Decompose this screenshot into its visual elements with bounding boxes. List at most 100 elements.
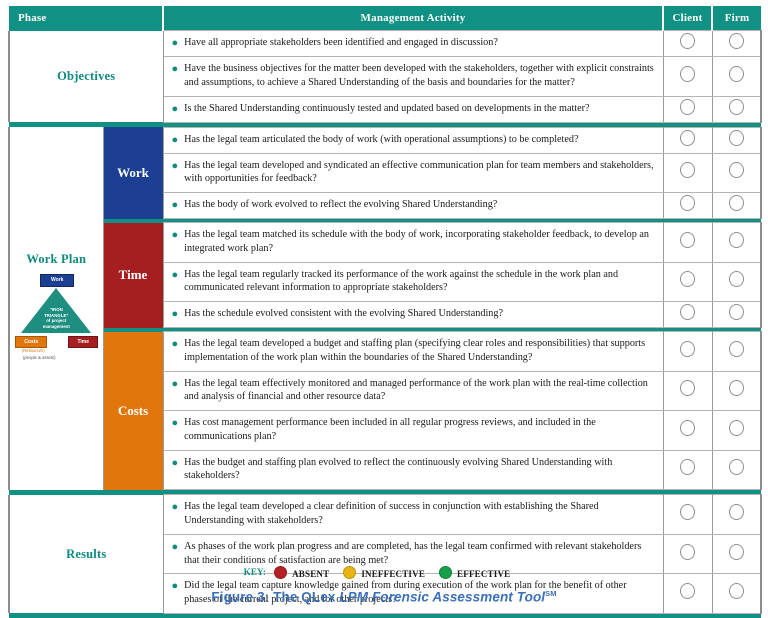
score-circle-icon[interactable]: [728, 504, 744, 521]
assessment-table-wrapper: Phase Management Activity Client Firm Ob…: [8, 6, 762, 618]
firm-score-circle-cell[interactable]: [711, 449, 762, 491]
score-circle-icon[interactable]: [680, 129, 695, 146]
score-circle-icon[interactable]: [728, 271, 744, 288]
activity-cell: ● Has the budget and staffing plan evolv…: [162, 449, 664, 491]
bullet-icon: ●: [171, 159, 179, 172]
activity-cell: ● Have the business objectives for the m…: [162, 56, 664, 97]
activity-text: Has the budget and staffing plan evolved…: [184, 456, 613, 482]
score-circle-icon[interactable]: [728, 459, 744, 476]
phase-label: Objectives: [57, 69, 116, 84]
table-row: Objectives ● Have all appropriate stakeh…: [8, 30, 762, 123]
client-score-circle-cell[interactable]: [662, 222, 713, 263]
table-row: Work Plan Work "IRON TRIANGLE" of projec…: [8, 126, 762, 490]
figure-page: Phase Management Activity Client Firm Ob…: [0, 0, 768, 618]
client-score-circle-cell[interactable]: [662, 152, 713, 194]
score-circle-icon[interactable]: [680, 33, 695, 49]
table-bottom-border: [9, 613, 761, 618]
client-score-circle-cell[interactable]: [662, 56, 713, 97]
score-circle-icon[interactable]: [680, 543, 695, 560]
activity-text: Have the business objectives for the mat…: [184, 63, 654, 88]
activity-text: Has the legal team matched its schedule …: [184, 229, 649, 254]
score-circle-icon[interactable]: [728, 304, 744, 321]
firm-score-circle-cell[interactable]: [711, 192, 762, 220]
separator-bar: [9, 613, 761, 618]
activity-cell: ● Has the legal team developed a budget …: [162, 331, 664, 372]
key-dot-effective-icon: [439, 566, 453, 579]
firm-score-circle-cell[interactable]: [711, 222, 762, 263]
client-score-circle-cell[interactable]: [662, 301, 713, 329]
score-circle-icon[interactable]: [680, 504, 695, 521]
client-score-circle-cell[interactable]: [662, 261, 713, 303]
score-circle-icon[interactable]: [728, 129, 744, 146]
score-circle-icon[interactable]: [680, 340, 695, 357]
iron-triangle-diagram: Work "IRON TRIANGLE" of project manageme…: [13, 274, 99, 366]
score-circle-icon[interactable]: [680, 459, 695, 476]
subphase-cell-costs: Costs: [103, 331, 163, 490]
activity-cell: ● Has the legal team matched its schedul…: [162, 222, 664, 263]
score-circle-icon[interactable]: [680, 419, 695, 436]
activity-text: Has the legal team developed a clear def…: [184, 501, 599, 527]
firm-score-circle-cell[interactable]: [711, 95, 762, 123]
score-circle-icon[interactable]: [680, 195, 695, 212]
client-score-circle-cell[interactable]: [662, 30, 713, 57]
bullet-icon: ●: [171, 199, 179, 212]
activity-cell: ● Is the Shared Understanding continuous…: [162, 95, 664, 123]
firm-score-circle-cell[interactable]: [711, 494, 762, 535]
table-row: Results ● Has the legal team developed a…: [8, 494, 762, 614]
firm-score-circle-cell[interactable]: [711, 126, 762, 154]
firm-score-circle-cell[interactable]: [711, 331, 762, 372]
bullet-icon: ●: [171, 133, 179, 146]
bullet-icon: ●: [171, 63, 179, 75]
score-circle-icon[interactable]: [728, 340, 744, 357]
triangle-costs-sub-1: (Resources): [21, 348, 45, 354]
bullet-icon: ●: [171, 37, 179, 50]
figure-caption: Figure 3: The QLex LPM Forensic Assessme…: [0, 589, 768, 605]
firm-score-circle-cell[interactable]: [711, 410, 762, 451]
caption-prefix: Figure 3: The QLex: [211, 589, 340, 605]
bullet-icon: ●: [171, 377, 179, 390]
score-circle-icon[interactable]: [728, 65, 744, 82]
score-circle-icon[interactable]: [680, 65, 695, 82]
key-dot-absent-icon: [274, 566, 288, 579]
triangle-time-label: Time: [68, 336, 99, 349]
phase-cell-work-plan: Work Plan Work "IRON TRIANGLE" of projec…: [8, 127, 104, 490]
key-item-label: INEFFECTIVE: [361, 569, 426, 579]
score-circle-icon[interactable]: [728, 419, 744, 436]
score-circle-icon[interactable]: [728, 543, 744, 560]
score-circle-icon[interactable]: [728, 98, 744, 115]
firm-score-circle-cell[interactable]: [711, 301, 762, 329]
client-score-circle-cell[interactable]: [662, 449, 713, 491]
score-circle-icon[interactable]: [680, 380, 695, 397]
score-circle-icon[interactable]: [680, 162, 695, 179]
score-circle-icon[interactable]: [728, 195, 744, 212]
activity-cell: ● Has the legal team articulated the bod…: [162, 126, 664, 154]
score-circle-icon[interactable]: [680, 98, 695, 115]
column-header-firm: Firm: [712, 6, 761, 31]
client-score-circle-cell[interactable]: [662, 95, 713, 123]
lpm-forensic-assessment-table: Phase Management Activity Client Firm Ob…: [8, 6, 762, 618]
firm-score-circle-cell[interactable]: [711, 152, 762, 194]
client-score-circle-cell[interactable]: [662, 331, 713, 372]
caption-italic-title: LPM Forensic Assessment Tool: [339, 589, 546, 605]
subphase-cell-time: Time: [103, 222, 163, 328]
client-score-circle-cell[interactable]: [662, 192, 713, 220]
client-score-circle-cell[interactable]: [662, 410, 713, 451]
activity-text: Has the schedule evolved consistent with…: [184, 308, 504, 320]
client-score-circle-cell[interactable]: [662, 126, 713, 154]
firm-score-circle-cell[interactable]: [711, 56, 762, 97]
score-circle-icon[interactable]: [728, 162, 744, 179]
score-circle-icon[interactable]: [728, 380, 744, 397]
firm-score-circle-cell[interactable]: [711, 30, 762, 57]
activity-text: Has cost management performance been inc…: [184, 417, 596, 442]
score-circle-icon[interactable]: [680, 271, 695, 288]
score-circle-icon[interactable]: [728, 231, 744, 248]
activity-text: Has the legal team effectively monitored…: [184, 377, 648, 403]
score-circle-icon[interactable]: [680, 231, 695, 248]
client-score-circle-cell[interactable]: [662, 494, 713, 535]
client-score-circle-cell[interactable]: [662, 370, 713, 412]
score-circle-icon[interactable]: [680, 304, 695, 321]
activity-text: Is the Shared Understanding continuously…: [184, 102, 590, 114]
score-circle-icon[interactable]: [728, 33, 744, 49]
firm-score-circle-cell[interactable]: [711, 370, 762, 412]
firm-score-circle-cell[interactable]: [711, 261, 762, 303]
